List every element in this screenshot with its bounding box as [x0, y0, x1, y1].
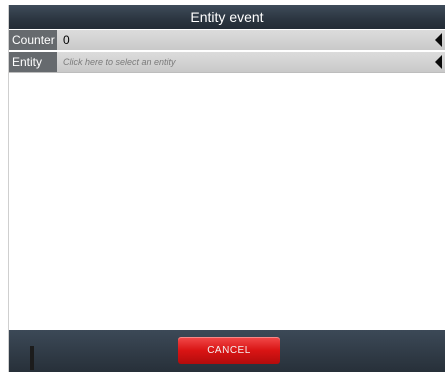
- entity-dropdown-arrow-icon[interactable]: [435, 55, 442, 69]
- entity-placeholder: Click here to select an entity: [63, 57, 176, 67]
- footer-bar: CANCEL: [9, 330, 445, 372]
- entity-select-field[interactable]: Click here to select an entity: [57, 52, 445, 72]
- entity-label: Entity: [9, 52, 57, 72]
- counter-field[interactable]: 0: [57, 30, 445, 50]
- counter-dropdown-arrow-icon[interactable]: [435, 33, 442, 47]
- drag-handle[interactable]: [30, 346, 34, 370]
- counter-label: Counter: [9, 30, 57, 50]
- entity-row[interactable]: Entity Click here to select an entity: [9, 52, 445, 73]
- title-bar: Entity event: [9, 5, 445, 29]
- dialog-title: Entity event: [190, 9, 264, 25]
- counter-value: 0: [63, 33, 70, 47]
- entity-event-dialog: Entity event Counter 0 Entity Click here…: [8, 5, 445, 372]
- counter-row[interactable]: Counter 0: [9, 30, 445, 50]
- cancel-button[interactable]: CANCEL: [178, 337, 280, 364]
